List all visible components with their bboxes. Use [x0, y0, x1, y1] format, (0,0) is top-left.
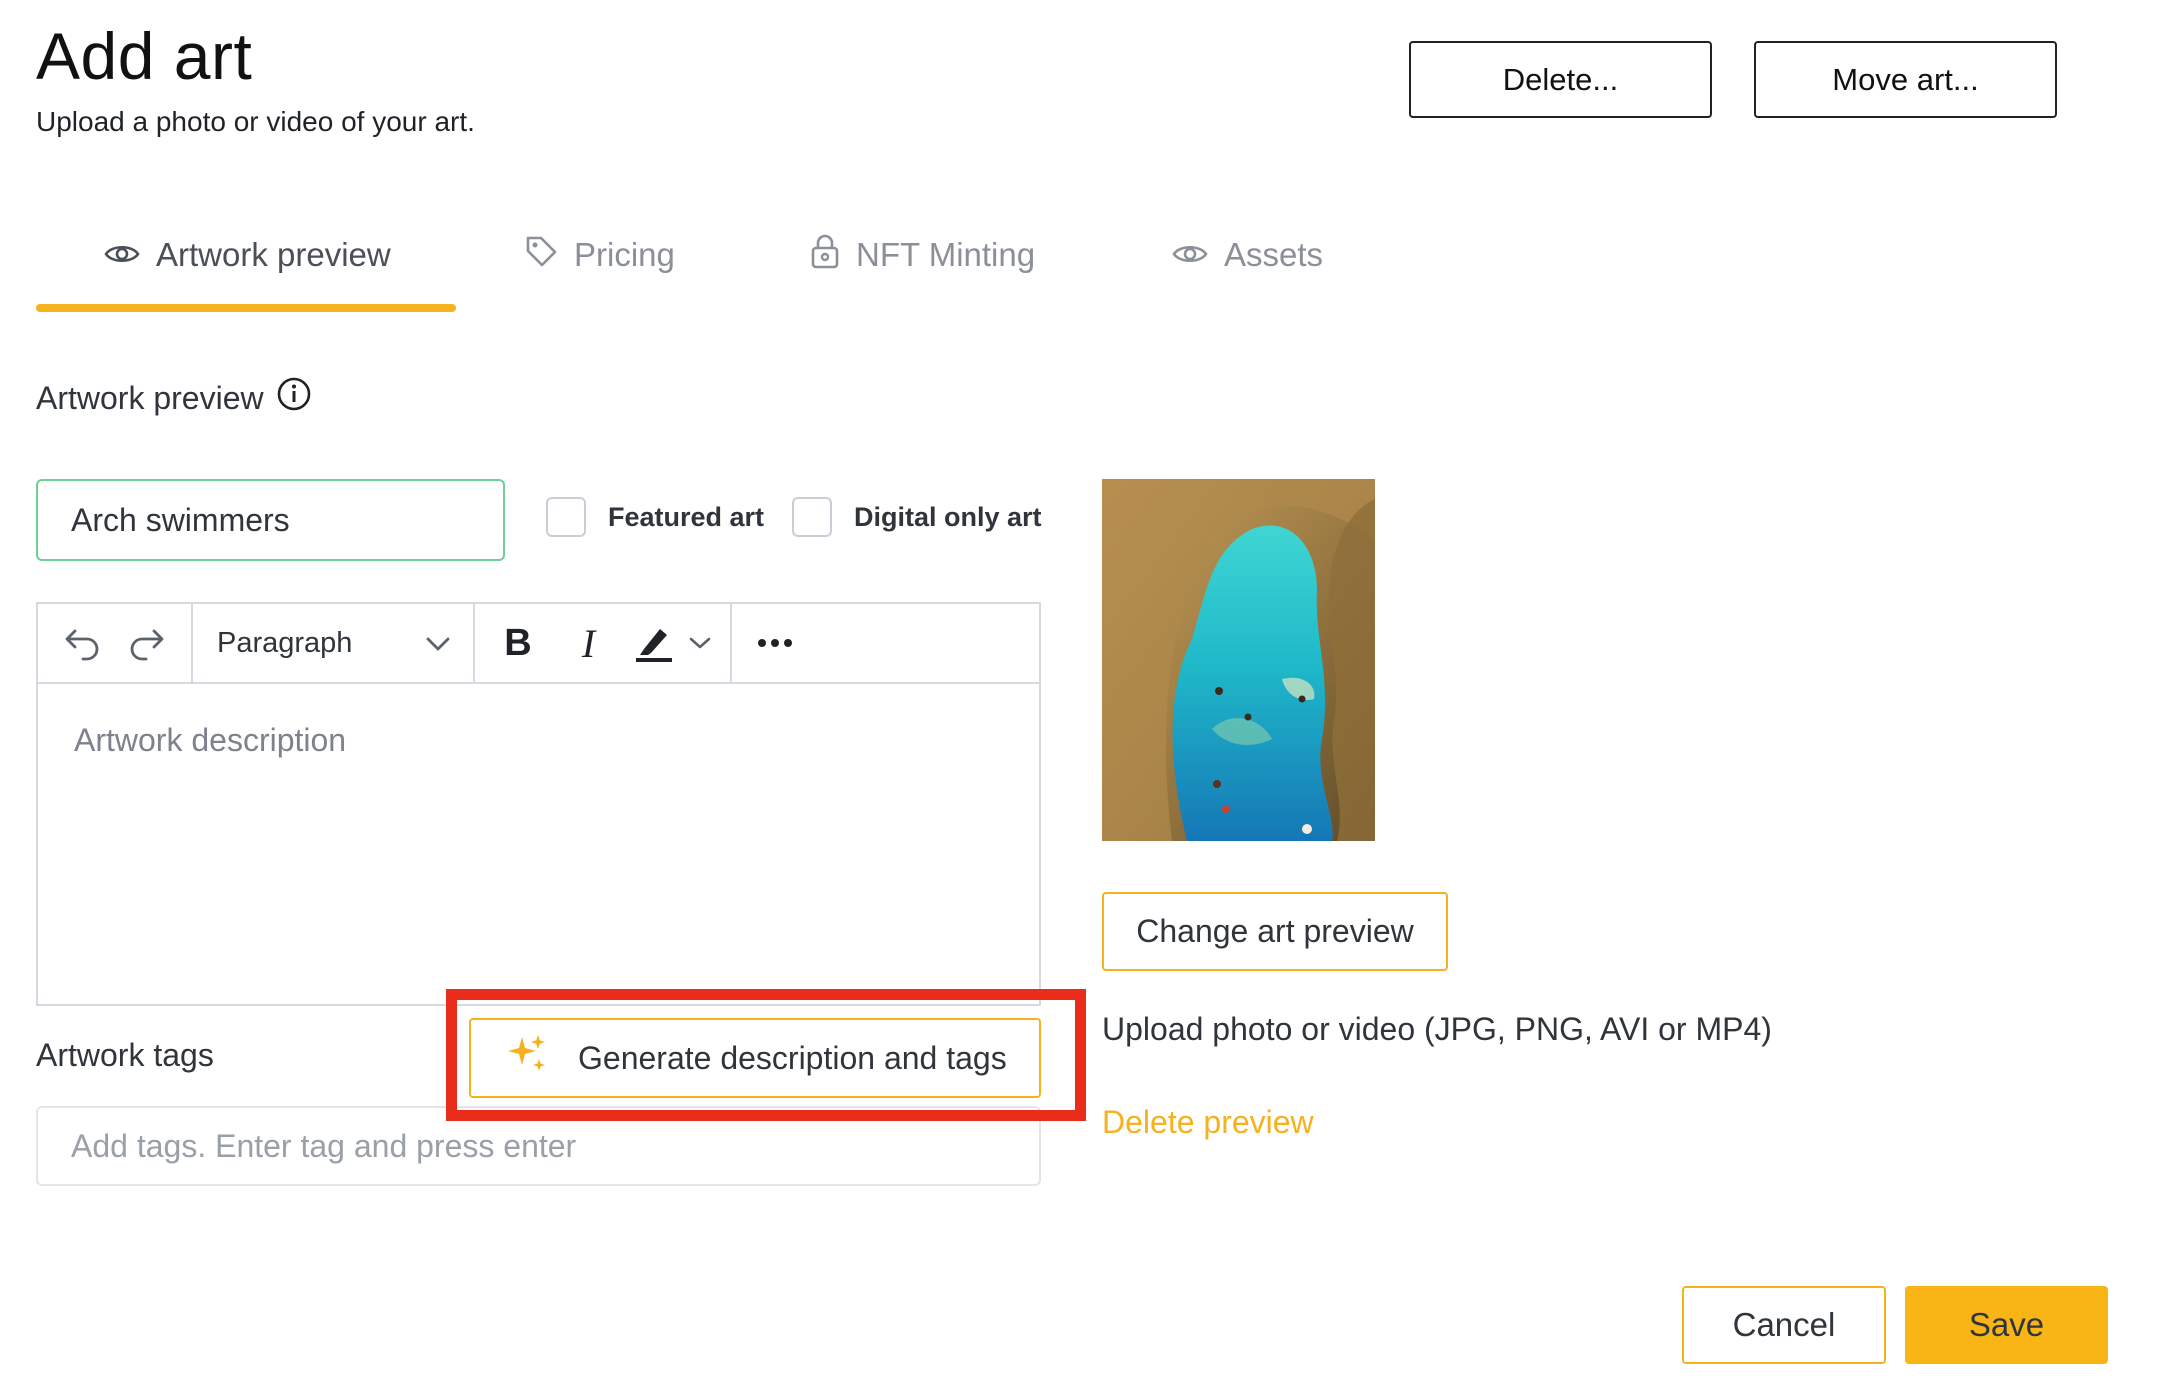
tab-label: Pricing: [574, 236, 675, 273]
section-label: Artwork preview: [36, 379, 264, 416]
highlight-icon[interactable]: [634, 623, 712, 663]
move-art-button[interactable]: Move art...: [1754, 41, 2057, 118]
eye-icon: [1172, 236, 1208, 274]
tab-nft-minting[interactable]: NFT Minting: [810, 225, 1035, 285]
active-tab-indicator: [36, 304, 456, 312]
delete-button[interactable]: Delete...: [1409, 41, 1712, 118]
italic-icon[interactable]: I: [569, 620, 609, 667]
format-group: B I: [475, 604, 732, 682]
checkbox-box[interactable]: [792, 497, 832, 537]
tab-artwork-preview[interactable]: Artwork preview: [104, 225, 391, 285]
tab-label: Assets: [1224, 236, 1324, 273]
editor-toolbar: Paragraph B I: [38, 604, 1039, 684]
chevron-down-icon: [425, 627, 451, 660]
description-editor[interactable]: Paragraph B I Artwork description: [36, 602, 1041, 1006]
section-heading: Artwork preview: [36, 376, 312, 420]
lock-icon: [810, 233, 840, 277]
more-icon[interactable]: [757, 638, 793, 648]
bold-icon[interactable]: B: [493, 622, 543, 665]
checkbox-label: Digital only art: [854, 501, 1042, 532]
tag-icon: [524, 234, 558, 276]
generate-description-button[interactable]: Generate description and tags: [469, 1018, 1041, 1098]
page-title: Add art: [36, 19, 253, 93]
eye-icon: [104, 236, 140, 274]
sparkle-icon: [506, 1033, 548, 1083]
tab-label: NFT Minting: [856, 236, 1036, 273]
generate-label: Generate description and tags: [578, 1039, 1007, 1076]
tab-label: Artwork preview: [156, 236, 391, 273]
cancel-button[interactable]: Cancel: [1682, 1286, 1886, 1364]
tags-label: Artwork tags: [36, 1037, 214, 1073]
info-icon[interactable]: [276, 376, 312, 420]
tab-assets[interactable]: Assets: [1172, 225, 1323, 285]
art-preview-image: [1102, 479, 1375, 841]
page-subtitle: Upload a photo or video of your art.: [36, 106, 475, 137]
history-group: [38, 604, 193, 682]
change-art-preview-button[interactable]: Change art preview: [1102, 892, 1448, 971]
more-group: [732, 604, 818, 682]
description-placeholder: Artwork description: [74, 722, 347, 758]
delete-preview-link[interactable]: Delete preview: [1102, 1104, 1314, 1141]
upload-hint: Upload photo or video (JPG, PNG, AVI or …: [1102, 1011, 1772, 1047]
featured-art-checkbox[interactable]: Featured art: [546, 497, 764, 537]
redo-icon[interactable]: [126, 625, 166, 661]
checkbox-label: Featured art: [608, 501, 765, 532]
tab-pricing[interactable]: Pricing: [524, 225, 675, 285]
block-format-select[interactable]: Paragraph: [193, 604, 475, 682]
undo-icon[interactable]: [63, 625, 103, 661]
checkbox-box[interactable]: [546, 497, 586, 537]
digital-only-checkbox[interactable]: Digital only art: [792, 497, 1042, 537]
save-button[interactable]: Save: [1905, 1286, 2108, 1364]
block-format-value: Paragraph: [217, 626, 353, 659]
art-title-input[interactable]: Arch swimmers: [36, 479, 505, 561]
